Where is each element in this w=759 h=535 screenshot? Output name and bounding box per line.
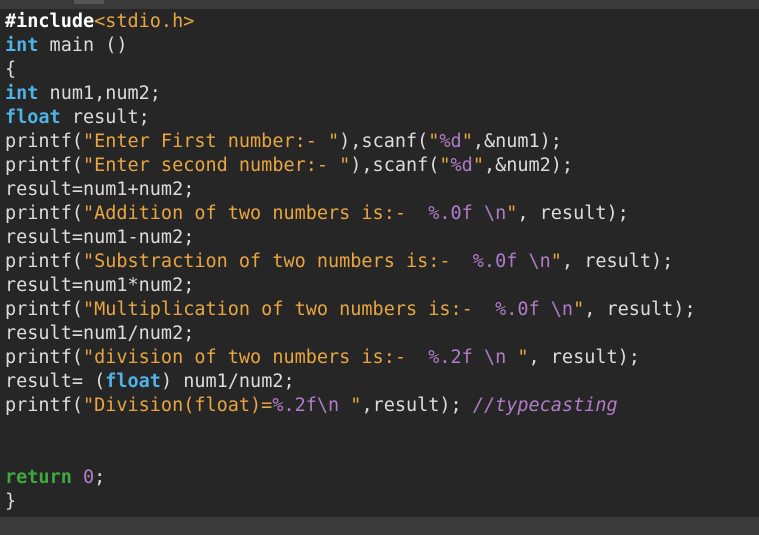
string-literal: "Enter First number:- "	[82, 131, 340, 152]
code-text: ),scanf(	[350, 155, 440, 176]
format-specifier: %d	[450, 155, 473, 176]
code-text: result=num1*num2;	[5, 275, 195, 296]
code-line-10: result=num1-num2;	[5, 226, 759, 250]
keyword: float	[5, 107, 61, 128]
code-text: result= (	[5, 371, 106, 392]
return-keyword: return	[5, 467, 72, 488]
code-text: }	[5, 491, 17, 512]
keyword: int	[5, 35, 39, 56]
code-line-1: #include<stdio.h>	[5, 10, 759, 34]
editor-status-bar	[0, 517, 759, 535]
string-literal: "	[461, 131, 473, 152]
string-literal: "division of two numbers is:-	[82, 347, 429, 368]
code-text: result=num1/num2;	[5, 323, 195, 344]
code-text: , result);	[561, 251, 674, 272]
code-line-14: result=num1/num2;	[5, 322, 759, 346]
keyword: float	[105, 371, 161, 392]
string-literal: "	[506, 347, 529, 368]
code-line-7: printf("Enter second number:- "),scanf("…	[5, 154, 759, 178]
code-line-17: printf("Division(float)=%.2f\n ",result)…	[5, 394, 759, 418]
escape-sequence: \n	[483, 203, 507, 224]
code-area[interactable]: #include<stdio.h> int main (){int num1,nu…	[5, 10, 759, 514]
editor-tab[interactable]	[74, 0, 104, 4]
code-text: , result);	[517, 203, 629, 224]
string-literal: "Substraction of two numbers is:-	[82, 251, 473, 272]
code-editor[interactable]: #include<stdio.h> int main (){int num1,nu…	[0, 0, 759, 535]
string-literal: "Division(float)=	[82, 395, 273, 416]
code-text: printf(	[5, 131, 83, 152]
code-line-21: }	[5, 490, 759, 514]
string-literal: "	[573, 299, 585, 320]
code-text: result=num1+num2;	[5, 179, 195, 200]
format-specifier: %d	[439, 131, 462, 152]
escape-sequence: \n	[550, 299, 574, 320]
code-line-20: return 0;	[5, 466, 759, 490]
string-literal: "	[472, 155, 484, 176]
header-name: <stdio.h>	[94, 11, 195, 32]
keyword: int	[5, 83, 39, 104]
code-line-16: result= (float) num1/num2;	[5, 370, 759, 394]
code-text: printf(	[5, 251, 83, 272]
format-specifier: %.2f	[272, 395, 317, 416]
code-text: ,&num2);	[483, 155, 574, 176]
editor-tab-bar	[0, 0, 759, 9]
format-specifier: %.2f	[428, 347, 473, 368]
code-line-12: result=num1*num2;	[5, 274, 759, 298]
code-text: num1,num2;	[38, 83, 161, 104]
code-text: {	[5, 59, 17, 80]
code-text: printf(	[5, 347, 83, 368]
numeric-literal: 0	[82, 467, 95, 488]
code-text: , result);	[584, 299, 696, 320]
code-text: ;	[94, 467, 106, 488]
code-line-3: {	[5, 58, 759, 82]
string-literal	[540, 299, 551, 320]
string-literal: "Multiplication of two numbers is:-	[82, 299, 496, 320]
code-text: main ()	[38, 35, 128, 56]
code-text: ),scanf(	[339, 131, 429, 152]
code-text: result=num1-num2;	[5, 227, 195, 248]
code-line-9: printf("Addition of two numbers is:- %.0…	[5, 202, 759, 226]
string-literal: "	[339, 395, 362, 416]
string-literal: "Enter second number:- "	[82, 155, 351, 176]
code-line-6: printf("Enter First number:- "),scanf("%…	[5, 130, 759, 154]
code-line-8: result=num1+num2;	[5, 178, 759, 202]
code-text: ,&num1);	[472, 131, 562, 152]
preprocessor-directive: #include	[5, 11, 95, 32]
code-line-5: float result;	[5, 106, 759, 130]
string-literal: "	[550, 251, 562, 272]
format-specifier: %.0f	[428, 203, 473, 224]
string-literal	[473, 203, 484, 224]
code-line-11: printf("Substraction of two numbers is:-…	[5, 250, 759, 274]
escape-sequence: \n	[528, 251, 551, 272]
string-literal	[517, 251, 528, 272]
code-text: ) num1/num2;	[160, 371, 295, 392]
code-text: ,result);	[361, 395, 473, 416]
string-literal: "	[439, 155, 451, 176]
string-literal	[473, 347, 484, 368]
comment: //typecasting	[472, 395, 618, 416]
escape-sequence: \n	[316, 395, 340, 416]
code-line-4: int num1,num2;	[5, 82, 759, 106]
code-text: printf(	[5, 299, 83, 320]
code-text: printf(	[5, 203, 83, 224]
string-literal: "Addition of two numbers is:-	[82, 203, 429, 224]
code-text: result;	[60, 107, 150, 128]
code-text: printf(	[5, 155, 83, 176]
format-specifier: %.0f	[472, 251, 518, 272]
code-line-15: printf("division of two numbers is:- %.2…	[5, 346, 759, 370]
string-literal: "	[506, 203, 518, 224]
string-literal: "	[428, 131, 440, 152]
format-specifier: %.0f	[495, 299, 540, 320]
code-text: printf(	[5, 395, 83, 416]
code-line-13: printf("Multiplication of two numbers is…	[5, 298, 759, 322]
code-line-2: int main ()	[5, 34, 759, 58]
escape-sequence: \n	[483, 347, 507, 368]
code-text: , result);	[528, 347, 640, 368]
